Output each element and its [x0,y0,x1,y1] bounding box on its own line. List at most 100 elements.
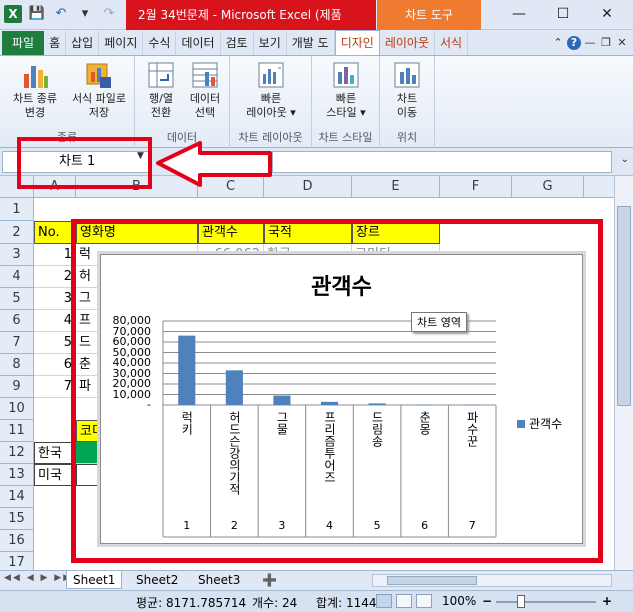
column-header-f[interactable]: F [440,176,512,198]
horizontal-scrollbar[interactable] [372,574,612,587]
zoom-level[interactable]: 100% [442,594,476,608]
save-as-template-button[interactable]: 서식 파일로 저장 [66,60,132,120]
redo-icon[interactable]: ↷ [100,5,118,23]
tab-design[interactable]: 디자인 [334,30,380,55]
category-index-label: 7 [468,519,476,532]
sheet-nav-arrows[interactable]: ◀◀ ◀ ▶ ▶▶ [4,573,72,583]
minimize-button[interactable]: — [497,0,541,30]
window-close-icon[interactable]: ✕ [615,36,629,50]
excel-icon[interactable]: X [4,5,22,23]
row-header[interactable]: 7 [0,332,34,354]
row-header[interactable]: 10 [0,398,34,420]
undo-icon[interactable]: ↶ [52,5,70,23]
help-icon[interactable]: ? [567,36,581,50]
row-header[interactable]: 16 [0,530,34,552]
row-header[interactable]: 17 [0,552,34,570]
tab-review[interactable]: 검토 [221,31,254,55]
row-header[interactable]: 13 [0,464,34,486]
window-restore-icon[interactable]: ❐ [599,36,613,50]
cell-a2[interactable]: No. [34,221,76,244]
status-count: 개수: 24 [252,596,298,610]
quick-style-button[interactable]: 빠른 스타일 ▾ [314,60,378,120]
zoom-slider[interactable] [496,601,596,603]
y-tick-label: - [147,398,151,411]
tab-home[interactable]: 홈 [44,31,67,55]
cell-a4[interactable]: 2 [34,266,76,288]
column-header-g[interactable]: G [512,176,584,198]
zoom-out-icon[interactable]: − [482,594,492,608]
cell-a5[interactable]: 3 [34,288,76,310]
row-header[interactable]: 4 [0,266,34,288]
quick-layout-button[interactable]: 빠른 레이아웃 ▾ [238,60,304,120]
ribbon-group-type: 차트 종류 변경 서식 파일로 저장 종류 [0,56,135,148]
cell-a7[interactable]: 5 [34,332,76,354]
row-header[interactable]: 9 [0,376,34,398]
maximize-button[interactable]: ☐ [541,0,585,30]
tab-formulas[interactable]: 수식 [143,31,177,55]
cell-a13[interactable]: 미국 [34,464,76,486]
quick-layout-label-2: 레이아웃 ▾ [246,106,296,119]
column-header-d[interactable]: D [264,176,352,198]
template-icon [86,63,111,88]
category-label: 허드슨강의기적 [227,411,242,495]
ribbon-body: 차트 종류 변경 서식 파일로 저장 종류 행/열 전환 데이터 선택 데이터 … [0,56,633,148]
page-break-view-button[interactable] [416,594,432,608]
normal-view-button[interactable] [376,594,392,608]
vertical-scroll-thumb[interactable] [617,206,631,406]
expand-formula-icon[interactable]: ⌄ [621,154,629,165]
category-index-label: 3 [278,519,286,532]
tab-view[interactable]: 보기 [254,31,287,55]
sheet-tab-3[interactable]: Sheet3 [192,571,246,589]
chart-legend[interactable]: 관객수 [517,415,562,432]
switch-row-column-label-1: 행/열 [149,92,173,105]
tab-page-layout[interactable]: 페이지 [99,31,144,55]
cell-a3[interactable]: 1 [34,244,76,266]
save-icon[interactable]: 💾 [28,5,46,23]
tab-data[interactable]: 데이터 [176,31,221,55]
cell-a12[interactable]: 한국 [34,442,76,464]
row-header[interactable]: 1 [0,198,34,221]
row-header[interactable]: 3 [0,244,34,266]
tab-insert[interactable]: 삽입 [66,31,100,55]
category-label: 럭키 [179,411,194,435]
cell-a8[interactable]: 6 [34,354,76,376]
zoom-in-icon[interactable]: + [602,594,612,608]
select-data-label-1: 데이터 [189,92,221,105]
switch-row-column-button[interactable]: 행/열 전환 [139,60,183,120]
sheet-tab-2[interactable]: Sheet2 [130,571,184,589]
row-header[interactable]: 12 [0,442,34,464]
row-header[interactable]: 2 [0,221,34,244]
row-header[interactable]: 15 [0,508,34,530]
chart-area[interactable]: 관객수 차트 영역 관객수 80,000 70,000 60,000 50,000 40… [100,254,583,544]
cell-a9[interactable]: 7 [34,376,76,398]
formula-input[interactable] [272,151,612,173]
row-header[interactable]: 11 [0,420,34,442]
cell-a6[interactable]: 4 [34,310,76,332]
row-header[interactable]: 5 [0,288,34,310]
window-minimize-icon[interactable]: — [583,36,597,50]
page-layout-view-button[interactable] [396,594,412,608]
row-header[interactable]: 8 [0,354,34,376]
vertical-scrollbar[interactable] [614,176,633,570]
select-data-button[interactable]: 데이터 선택 [183,60,227,120]
window-controls: — ☐ ✕ [497,0,629,30]
new-sheet-icon[interactable]: ➕ [256,571,283,589]
tab-file[interactable]: 파일 [2,31,45,55]
row-header[interactable]: 14 [0,486,34,508]
zoom-slider-thumb[interactable] [517,595,525,608]
select-data-icon [192,62,218,88]
collapse-ribbon-icon[interactable]: ⌃ [551,36,565,50]
category-index-label: 4 [326,519,333,532]
change-chart-type-button[interactable]: 차트 종류 변경 [4,60,66,120]
tab-format[interactable]: 서식 [435,31,469,55]
move-chart-button[interactable]: 차트 이동 [385,60,429,120]
horizontal-scroll-thumb[interactable] [387,576,477,585]
category-index-label: 5 [373,519,381,532]
dropdown-icon[interactable]: ▾ [76,5,94,23]
column-header-e[interactable]: E [352,176,440,198]
close-button[interactable]: ✕ [585,0,629,30]
sheet-tab-1[interactable]: Sheet1 [66,571,123,589]
tab-layout[interactable]: 레이아웃 [380,31,435,55]
row-header[interactable]: 6 [0,310,34,332]
tab-developer[interactable]: 개발 도 [287,31,335,55]
